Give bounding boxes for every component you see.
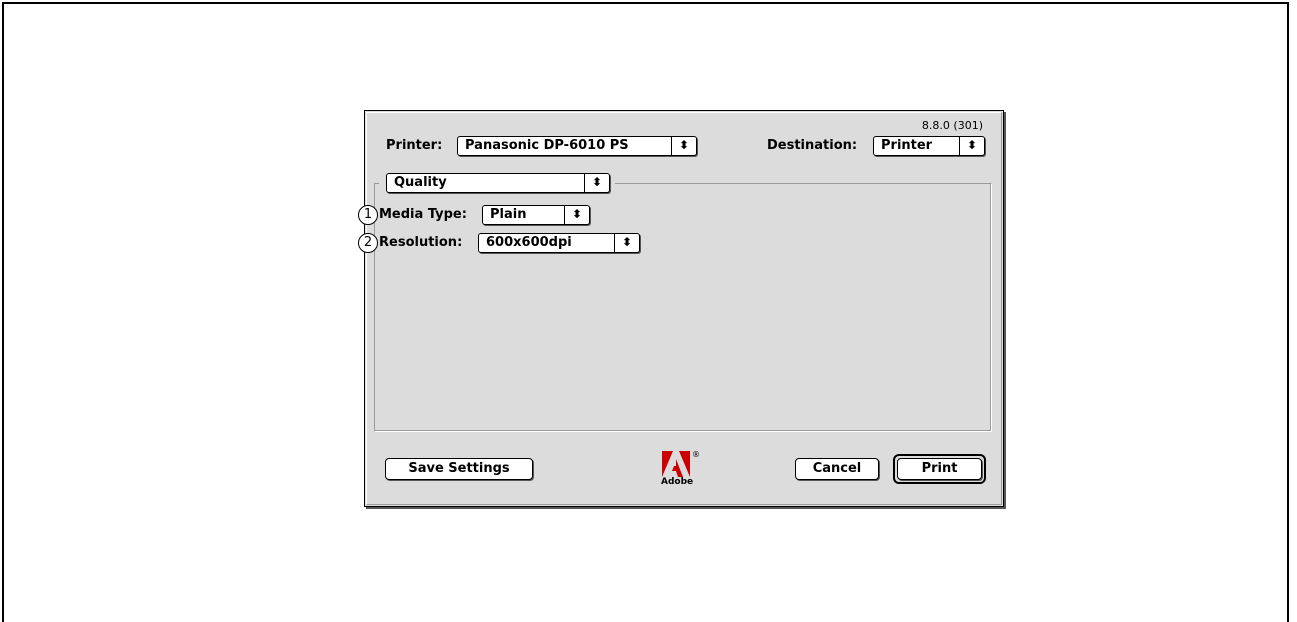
- printer-popup-value: Panasonic DP-6010 PS: [465, 138, 629, 153]
- popup-arrows-icon: ⬍: [614, 234, 639, 252]
- media-type-value: Plain: [490, 207, 527, 222]
- media-type-label: Media Type:: [379, 207, 467, 222]
- destination-label: Destination:: [767, 138, 858, 153]
- print-button[interactable]: Print: [897, 458, 982, 480]
- adobe-logo-text: Adobe: [661, 477, 694, 487]
- cancel-button[interactable]: Cancel: [795, 458, 879, 480]
- destination-popup-value: Printer: [881, 138, 933, 153]
- registered-mark: ®: [692, 450, 700, 459]
- panel-select-value: Quality: [394, 175, 447, 190]
- resolution-label: Resolution:: [379, 235, 463, 250]
- popup-arrows-icon: ⬍: [959, 137, 984, 155]
- resolution-popup[interactable]: 600x600dpi ⬍: [478, 233, 640, 253]
- popup-arrows-icon: ⬍: [671, 137, 696, 155]
- popup-arrows-icon: ⬍: [564, 206, 589, 224]
- version-text: 8.8.0 (301): [921, 119, 983, 132]
- print-dialog: 8.8.0 (301) Printer: Panasonic DP-6010 P…: [358, 110, 1004, 507]
- printer-popup[interactable]: Panasonic DP-6010 PS ⬍: [457, 136, 697, 156]
- resolution-value: 600x600dpi: [486, 235, 572, 250]
- media-type-popup[interactable]: Plain ⬍: [482, 205, 590, 225]
- printer-label: Printer:: [386, 138, 443, 153]
- panel-select-popup[interactable]: Quality ⬍: [386, 173, 610, 193]
- callout-number-2: 2: [358, 233, 378, 253]
- callout-number-1: 1: [358, 205, 378, 225]
- destination-popup[interactable]: Printer ⬍: [873, 136, 985, 156]
- popup-arrows-icon: ⬍: [584, 174, 609, 192]
- save-settings-button[interactable]: Save Settings: [385, 458, 533, 480]
